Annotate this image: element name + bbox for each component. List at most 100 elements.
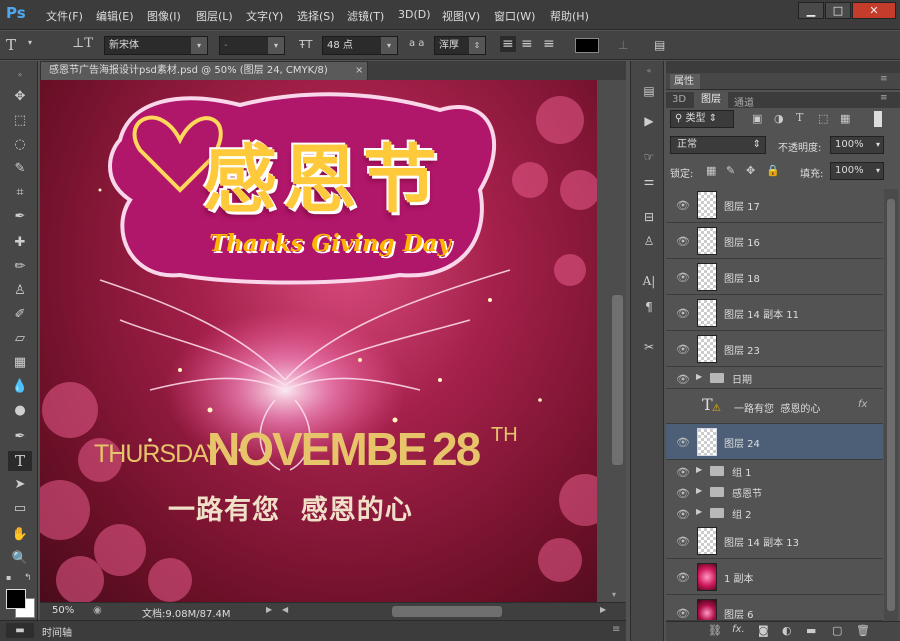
actions-panel-icon[interactable]: ▶ <box>639 111 659 131</box>
healing-brush-tool-icon[interactable]: ✚ <box>8 233 32 253</box>
antialias-select[interactable]: 浑厚 ⇕ <box>434 36 486 55</box>
tool-presets-icon[interactable]: ☞ <box>639 147 659 167</box>
status-info-icon[interactable]: ◉ <box>93 605 102 616</box>
close-tab-icon[interactable]: × <box>355 62 363 80</box>
eye-icon[interactable]: 👁 <box>676 508 690 521</box>
eye-icon[interactable]: 👁 <box>676 343 690 356</box>
close-button[interactable]: ✕ <box>852 2 896 19</box>
document-tab[interactable]: 感恩节广告海报设计psd素材.psd @ 50% (图层 24, CMYK/8)… <box>40 61 368 80</box>
type-tool-icon[interactable]: T <box>8 451 32 471</box>
gradient-tool-icon[interactable]: ▦ <box>8 353 32 373</box>
font-size-select[interactable]: 48 点 ▾ <box>322 36 398 55</box>
panel-menu-icon[interactable]: ≡ <box>612 624 620 635</box>
lock-position-icon[interactable]: ✥ <box>746 164 755 177</box>
marquee-tool-icon[interactable]: ⬚ <box>8 111 32 131</box>
eye-icon[interactable]: 👁 <box>676 436 690 449</box>
history-brush-tool-icon[interactable]: ✐ <box>8 305 32 325</box>
horizontal-scroll-thumb[interactable] <box>392 606 502 617</box>
fx-icon[interactable]: fx. <box>732 624 745 635</box>
swap-colors-icon[interactable]: ↰ <box>24 573 32 583</box>
filter-pixel-icon[interactable]: ▣ <box>752 112 762 125</box>
collapse-arrows-icon[interactable]: » <box>8 65 32 85</box>
scroll-down-icon[interactable]: ▾ <box>612 590 616 599</box>
zoom-tool-icon[interactable]: 🔍 <box>8 549 32 569</box>
eye-icon[interactable]: 👁 <box>676 535 690 548</box>
fx-badge[interactable]: fx <box>858 399 867 410</box>
clone-stamp-tool-icon[interactable]: ♙ <box>8 281 32 301</box>
eraser-tool-icon[interactable]: ▱ <box>8 329 32 349</box>
panel-menu-icon[interactable]: ≡ <box>880 74 888 84</box>
menu-image[interactable]: 图像(I) <box>147 8 181 24</box>
eye-icon[interactable]: 👁 <box>676 373 690 386</box>
brush-panel-icon[interactable]: ⚌ <box>639 171 659 191</box>
layer-row-selected[interactable]: 👁 图层 24 <box>666 424 883 460</box>
new-group-icon[interactable]: ▬ <box>806 624 816 637</box>
rectangle-tool-icon[interactable]: ▭ <box>8 499 32 519</box>
eye-icon[interactable]: 👁 <box>676 487 690 500</box>
opacity-input[interactable]: 100% ▾ <box>830 136 884 154</box>
stamp-panel-icon[interactable]: ♙ <box>639 231 659 251</box>
menu-edit[interactable]: 编辑(E) <box>96 8 134 24</box>
panel-menu-icon[interactable]: ≡ <box>880 93 888 103</box>
menu-filter[interactable]: 滤镜(T) <box>347 8 384 24</box>
layer-group-row[interactable]: 👁 ▶ 感恩节 <box>666 481 883 503</box>
layer-row[interactable]: 👁 图层 17 <box>666 187 883 223</box>
menu-layer[interactable]: 图层(L) <box>196 8 233 24</box>
minimize-button[interactable]: ▁ <box>798 2 824 19</box>
timeline-button[interactable]: ▬ <box>6 623 34 638</box>
chevron-down-icon[interactable]: ▾ <box>28 38 32 47</box>
maximize-button[interactable]: □ <box>825 2 851 19</box>
scroll-right-icon[interactable]: ▶ <box>600 605 606 614</box>
font-family-select[interactable]: 新宋体 ▾ <box>104 36 208 55</box>
character-panel-icon[interactable]: A| <box>639 271 659 291</box>
blur-tool-icon[interactable]: 💧 <box>8 377 32 397</box>
history-panel-icon[interactable]: ▤ <box>639 81 659 101</box>
layer-row[interactable]: 👁 图层 14 副本 11 <box>666 295 883 331</box>
path-select-tool-icon[interactable]: ➤ <box>8 475 32 495</box>
layer-group-row[interactable]: 👁 ▶ 日期 <box>666 367 883 389</box>
status-menu-icon[interactable]: ▶ <box>266 605 272 614</box>
layer-row[interactable]: T ⚠ 一路有您 感恩的心 fx <box>666 389 883 424</box>
layer-group-row[interactable]: 👁 ▶ 组 2 <box>666 502 883 524</box>
eye-icon[interactable]: 👁 <box>676 466 690 479</box>
tab-channels[interactable]: 通道 <box>734 94 754 109</box>
menu-3d[interactable]: 3D(D) <box>398 8 431 21</box>
filter-toggle[interactable] <box>874 111 882 127</box>
filter-smart-object-icon[interactable]: ▦ <box>840 112 850 125</box>
link-layers-icon[interactable]: ⛓ <box>708 624 722 637</box>
expand-arrows-icon[interactable]: « <box>639 61 659 81</box>
layer-row[interactable]: 👁 图层 6 <box>666 595 883 621</box>
lock-image-icon[interactable]: ✎ <box>726 164 735 177</box>
text-color-swatch[interactable] <box>575 38 599 53</box>
menu-select[interactable]: 选择(S) <box>297 8 335 24</box>
add-mask-icon[interactable]: ◙ <box>758 624 769 637</box>
canvas[interactable]: 感恩节 Thanks Giving Day THURSDAY NOVEMBE 2… <box>40 80 597 602</box>
filter-shape-icon[interactable]: ⬚ <box>818 112 828 125</box>
align-left-icon[interactable]: ≡ <box>500 36 516 52</box>
warp-text-icon[interactable]: ⊥ <box>618 38 628 52</box>
lasso-tool-icon[interactable]: ◌ <box>8 135 32 155</box>
layer-kind-filter[interactable]: ⚲ 类型 ⇕ <box>670 110 734 128</box>
foreground-color-swatch[interactable] <box>6 589 26 609</box>
eye-icon[interactable]: 👁 <box>676 235 690 248</box>
expand-triangle-icon[interactable]: ▶ <box>696 465 702 474</box>
expand-triangle-icon[interactable]: ▶ <box>696 486 702 495</box>
eye-icon[interactable]: 👁 <box>676 307 690 320</box>
expand-triangle-icon[interactable]: ▶ <box>696 372 702 381</box>
layer-row[interactable]: 👁 1 副本 <box>666 559 883 595</box>
dodge-tool-icon[interactable]: ● <box>8 401 32 421</box>
layers-scroll-thumb[interactable] <box>887 199 895 611</box>
scroll-left-icon[interactable]: ◀ <box>282 605 288 614</box>
brush-tool-icon[interactable]: ✏ <box>8 257 32 277</box>
zoom-level[interactable]: 50% <box>52 605 74 616</box>
tab-3d[interactable]: 3D <box>672 94 686 105</box>
tab-layers[interactable]: 图层 <box>694 92 728 108</box>
layer-row[interactable]: 👁 图层 14 副本 13 <box>666 523 883 559</box>
menu-window[interactable]: 窗口(W) <box>494 8 535 24</box>
menu-view[interactable]: 视图(V) <box>442 8 480 24</box>
menu-type[interactable]: 文字(Y) <box>246 8 283 24</box>
menu-file[interactable]: 文件(F) <box>46 8 83 24</box>
move-tool-icon[interactable]: ✥ <box>8 87 32 107</box>
fill-input[interactable]: 100% ▾ <box>830 162 884 180</box>
menu-help[interactable]: 帮助(H) <box>550 8 589 24</box>
